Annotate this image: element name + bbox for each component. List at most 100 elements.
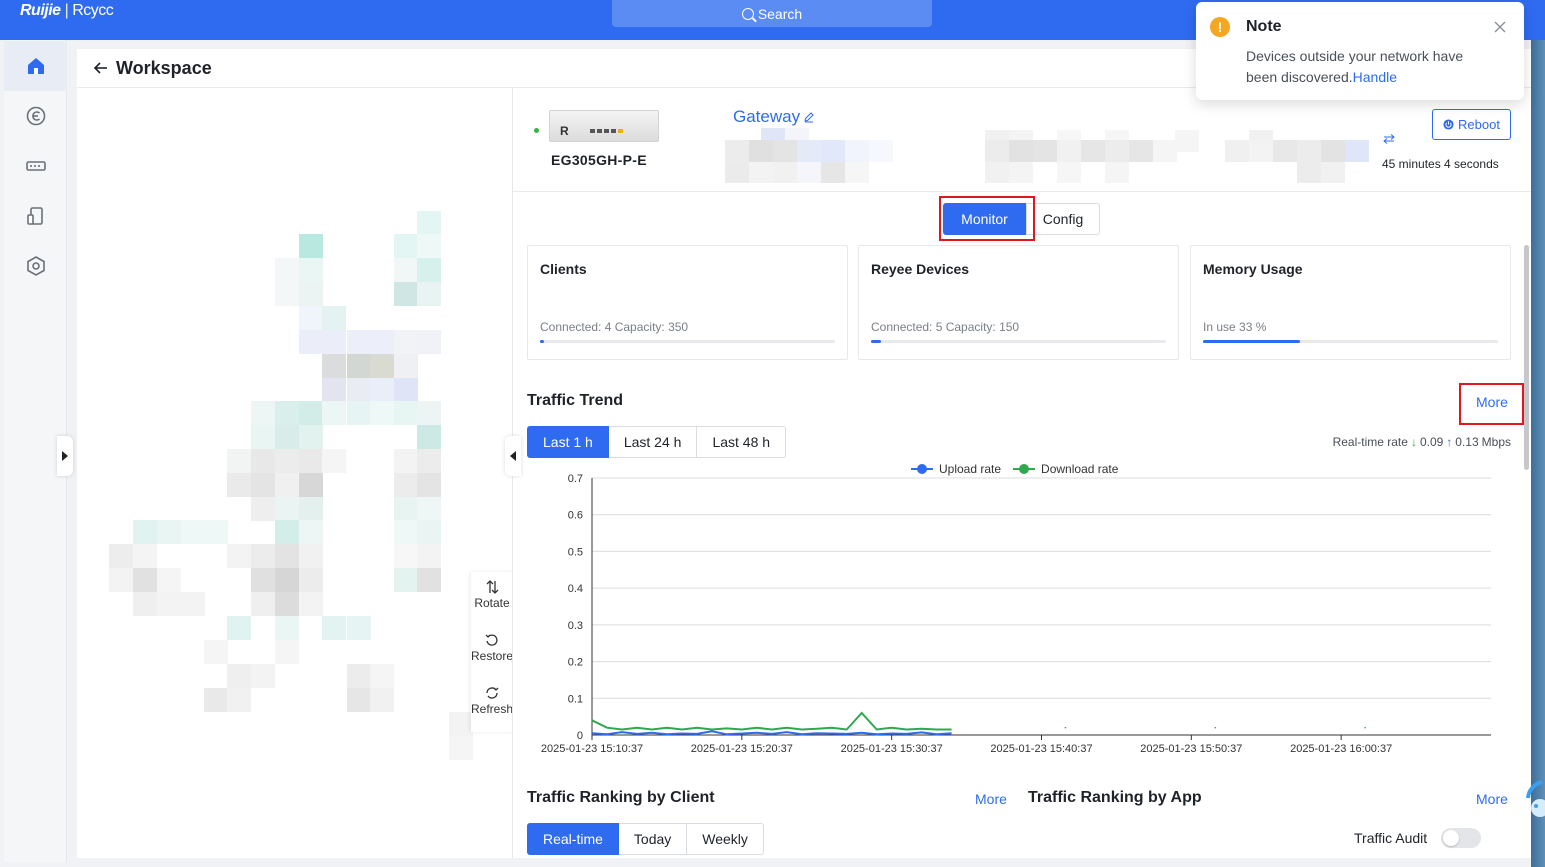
sidebar-item-clients[interactable] [4,191,67,241]
topology-panel[interactable]: Rotate Restore Refresh [77,88,513,858]
home-icon [27,58,44,74]
reyee-devices-title: Reyee Devices [871,261,970,277]
reyee-devices-summary: Connected: 5 Capacity: 150 [871,320,1020,334]
data-point [1214,726,1217,729]
y-tick-label: 0.1 [568,693,583,705]
sidebar-item-devices[interactable] [4,141,67,191]
search-icon [741,7,754,20]
mobile-device-icon [26,207,43,225]
traffic-ranking-app-more-link[interactable]: More [1476,791,1508,807]
discovery-note-popup: ! Note Devices outside your network have… [1196,2,1524,100]
ranking-tab-weekly[interactable]: Weekly [687,823,764,855]
topology-toolbar: Rotate Restore Refresh [471,572,513,732]
sidebar-item-home[interactable] [4,41,67,91]
series-line-upload [591,730,952,736]
traffic-audit-label: Traffic Audit [1354,830,1428,846]
traffic-trend-title: Traffic Trend [527,392,624,409]
logo-sub: Rcycc [72,2,114,19]
traffic-ranking-app-title: Traffic Ranking by App [1028,789,1202,806]
network-device-icon [25,161,46,171]
upload-rate-value: 0.13 [1455,435,1479,449]
x-tick-label: 2025-01-23 15:10:37 [541,743,643,755]
device-card: R EG305GH-P-E Gateway 45 minutes 4 secon… [513,88,1531,192]
traffic-ranking-client-more-link[interactable]: More [975,791,1007,807]
handle-link[interactable]: Handle [1353,69,1397,85]
collapse-topology-handle[interactable] [505,436,521,476]
highlight-box-more [1459,383,1524,425]
edit-icon[interactable] [803,111,815,123]
range-tab-1h[interactable]: Last 1 h [527,426,609,458]
clients-summary: Connected: 4 Capacity: 350 [540,320,689,334]
realtime-rate: Real-time rate ↓ 0.09 ↑ 0.13 Mbps [1333,435,1511,449]
logo-brand: Ruijie [20,2,61,19]
close-icon[interactable] [1494,21,1506,33]
rotate-icon [486,580,499,594]
power-icon [1443,119,1454,130]
device-model: EG305GH-P-E [551,152,647,168]
main-scrollbar[interactable] [1524,245,1529,470]
chevron-right-icon [62,451,68,461]
back-arrow-icon[interactable] [93,60,109,76]
blurred-network-info [985,130,1369,183]
settings-hex-icon [26,256,45,276]
data-point [1064,726,1067,729]
brand-logo[interactable]: Ruijie | Rcycc [20,2,114,20]
expand-sidebar-handle[interactable] [57,436,73,476]
y-tick-label: 0.3 [568,620,583,632]
reboot-button[interactable]: Reboot [1432,109,1511,140]
y-tick-label: 0 [577,730,583,742]
traffic-audit-toggle[interactable] [1441,828,1481,848]
page-title: Workspace [116,58,212,78]
clients-card[interactable]: Clients Connected: 4 Capacity: 350 [527,245,848,360]
memory-usage-card[interactable]: Memory Usage In use 33 % [1190,245,1511,360]
memory-usage-progress [1203,340,1498,343]
ranking-tab-realtime[interactable]: Real-time [527,823,619,855]
device-image-mark: R [560,124,569,138]
note-title: Note [1246,18,1282,35]
memory-usage-summary: In use 33 % [1203,320,1267,334]
reyee-devices-progress [871,340,1166,343]
note-message: Devices outside your network have been d… [1246,46,1496,88]
refresh-label: Refresh [471,702,513,716]
ranking-tab-today[interactable]: Today [618,823,688,855]
desktop-background-edge [1531,40,1545,867]
traffic-trend-chart: 0.7 0.6 0.5 0.4 0.3 0.2 0.1 02025-01-23 15:10:3… [541,473,1491,755]
range-tab-24h[interactable]: Last 24 h [608,426,698,458]
memory-usage-title: Memory Usage [1203,261,1303,277]
upload-arrow-icon: ↑ [1446,435,1453,449]
x-tick-label: 2025-01-23 15:50:37 [1140,743,1242,755]
refresh-icon [486,687,499,699]
reyee-devices-card[interactable]: Reyee Devices Connected: 5 Capacity: 150 [858,245,1179,360]
warning-icon: ! [1210,17,1230,37]
switch-icon[interactable] [1383,134,1395,144]
device-image: R [549,110,659,142]
refresh-button[interactable]: Refresh [471,678,513,731]
uptime-text: 45 minutes 4 seconds [1382,157,1499,171]
rotate-button[interactable]: Rotate [471,572,512,625]
time-range-tabs: Last 1 h Last 24 h Last 48 h [527,426,787,458]
sidebar-item-settings[interactable] [4,241,67,291]
cloud-service-icon [26,106,45,126]
sidebar-item-cloud[interactable] [4,91,67,141]
y-tick-label: 0.5 [568,546,583,558]
restore-button[interactable]: Restore [471,625,513,678]
device-name-link[interactable]: Gateway [733,107,800,127]
logo-separator: | [64,2,69,19]
topology-map-blurred [109,211,473,760]
range-tab-48h[interactable]: Last 48 h [697,426,787,458]
series-line-download [591,711,952,731]
highlight-box-monitor [939,196,1035,241]
online-status-dot [534,128,539,133]
reboot-label: Reboot [1458,117,1500,132]
x-tick-label: 2025-01-23 15:20:37 [691,743,793,755]
y-tick-label: 0.7 [568,473,583,485]
rate-unit: Mbps [1481,435,1511,449]
assistant-icon[interactable] [1520,778,1545,826]
global-search-button[interactable]: Search [612,0,932,27]
tab-config[interactable]: Config [1026,203,1100,235]
download-rate-value: 0.09 [1419,435,1444,449]
realtime-rate-label: Real-time rate [1332,435,1408,449]
x-tick-label: 2025-01-23 15:30:37 [841,743,943,755]
restore-label: Restore [471,649,513,663]
chevron-left-icon [510,451,516,461]
